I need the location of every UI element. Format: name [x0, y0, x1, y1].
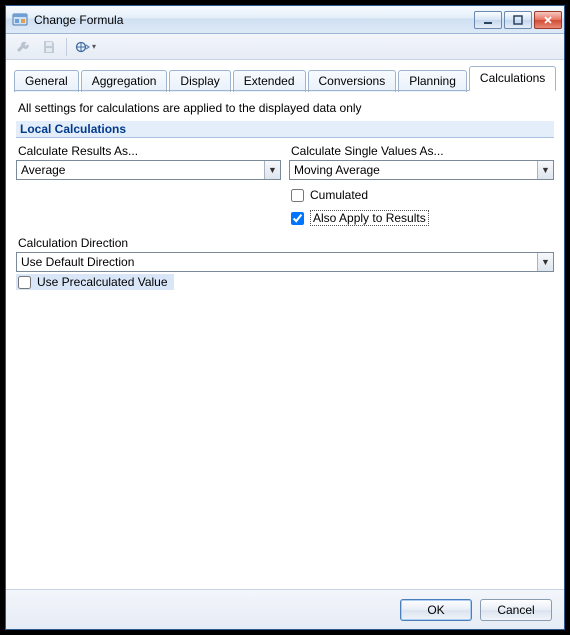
maximize-button[interactable] — [504, 11, 532, 29]
wrench-icon[interactable] — [12, 37, 34, 57]
minimize-button[interactable] — [474, 11, 502, 29]
tab-calculations[interactable]: Calculations — [469, 66, 556, 91]
toolbar-separator — [66, 38, 67, 56]
checkbox-apply-row: Also Apply to Results — [291, 210, 554, 226]
label-calc-direction: Calculation Direction — [18, 236, 552, 250]
window: Change Formula ▾ General Aggregation Dis… — [5, 5, 565, 630]
tech-name-icon[interactable]: ▾ — [73, 37, 98, 57]
checkbox-cumulated-row: Cumulated — [291, 188, 554, 202]
toolbar: ▾ — [6, 34, 564, 60]
chevron-down-icon: ▼ — [537, 161, 553, 179]
window-buttons — [474, 11, 562, 29]
group-header-local-calculations: Local Calculations — [16, 121, 554, 138]
label-calculate-results: Calculate Results As... — [18, 144, 279, 158]
footer: OK Cancel — [6, 589, 564, 629]
tab-display[interactable]: Display — [169, 70, 230, 92]
combo-calculate-single[interactable]: Moving Average ▼ — [289, 160, 554, 180]
tab-general[interactable]: General — [14, 70, 79, 92]
tab-aggregation[interactable]: Aggregation — [81, 70, 168, 92]
checkbox-cumulated[interactable] — [291, 189, 304, 202]
ok-button[interactable]: OK — [400, 599, 472, 621]
tab-extended[interactable]: Extended — [233, 70, 306, 92]
hint-text: All settings for calculations are applie… — [18, 101, 554, 115]
save-icon[interactable] — [38, 37, 60, 57]
window-title: Change Formula — [34, 13, 474, 27]
combo-value: Moving Average — [290, 163, 537, 177]
label-cumulated: Cumulated — [310, 188, 368, 202]
app-icon — [12, 12, 28, 28]
label-precalculated: Use Precalculated Value — [37, 275, 168, 289]
label-apply-to-results: Also Apply to Results — [310, 210, 429, 226]
tab-content: All settings for calculations are applie… — [6, 91, 564, 589]
close-button[interactable] — [534, 11, 562, 29]
titlebar: Change Formula — [6, 6, 564, 34]
tabstrip: General Aggregation Display Extended Con… — [6, 60, 564, 91]
chevron-down-icon: ▾ — [92, 42, 96, 51]
chevron-down-icon: ▼ — [537, 253, 553, 271]
combo-calculate-results[interactable]: Average ▼ — [16, 160, 281, 180]
label-calculate-single: Calculate Single Values As... — [291, 144, 552, 158]
combo-calc-direction[interactable]: Use Default Direction ▼ — [16, 252, 554, 272]
tab-planning[interactable]: Planning — [398, 70, 467, 92]
cancel-button[interactable]: Cancel — [480, 599, 552, 621]
combo-value: Use Default Direction — [17, 255, 537, 269]
combo-value: Average — [17, 163, 264, 177]
checkbox-precalculated[interactable] — [18, 276, 31, 289]
chevron-down-icon: ▼ — [264, 161, 280, 179]
checkbox-apply-to-results[interactable] — [291, 212, 304, 225]
checkbox-precalc-row: Use Precalculated Value — [16, 274, 174, 290]
tab-conversions[interactable]: Conversions — [308, 70, 397, 92]
